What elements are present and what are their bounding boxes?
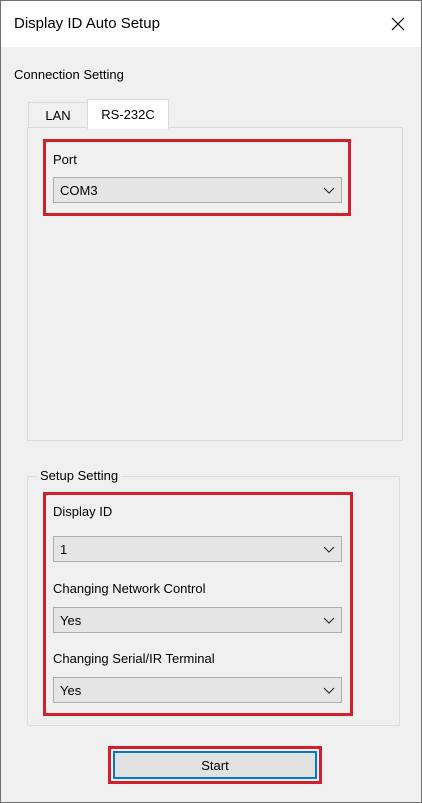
display-id-label: Display ID bbox=[53, 504, 113, 519]
setup-setting-label: Setup Setting bbox=[37, 468, 122, 483]
tab-lan[interactable]: LAN bbox=[28, 102, 88, 128]
network-control-value: Yes bbox=[60, 612, 82, 628]
port-select-value: COM3 bbox=[60, 182, 98, 198]
start-button-label: Start bbox=[201, 757, 229, 773]
start-button[interactable]: Start bbox=[113, 751, 317, 779]
close-button[interactable] bbox=[375, 1, 421, 47]
chevron-down-icon bbox=[323, 546, 335, 553]
chevron-down-icon bbox=[323, 187, 335, 194]
connection-setting-label: Connection Setting bbox=[14, 67, 124, 82]
chevron-down-icon bbox=[323, 617, 335, 624]
title-bar: Display ID Auto Setup bbox=[1, 1, 421, 47]
tab-lan-label: LAN bbox=[45, 108, 71, 123]
tab-rs232c[interactable]: RS-232C bbox=[87, 99, 169, 129]
display-id-value: 1 bbox=[60, 541, 68, 557]
serial-ir-value: Yes bbox=[60, 682, 82, 698]
chevron-down-icon bbox=[323, 687, 335, 694]
serial-ir-label: Changing Serial/IR Terminal bbox=[53, 651, 215, 666]
serial-ir-select[interactable]: Yes bbox=[53, 677, 342, 703]
network-control-select[interactable]: Yes bbox=[53, 607, 342, 633]
dialog-window: Display ID Auto Setup Connection Setting… bbox=[0, 0, 422, 803]
port-select[interactable]: COM3 bbox=[53, 177, 342, 203]
window-title: Display ID Auto Setup bbox=[14, 15, 160, 32]
port-label: Port bbox=[53, 152, 77, 167]
network-control-label: Changing Network Control bbox=[53, 581, 206, 596]
tab-rs232c-label: RS-232C bbox=[101, 107, 155, 122]
display-id-select[interactable]: 1 bbox=[53, 536, 342, 562]
close-icon bbox=[391, 17, 405, 31]
